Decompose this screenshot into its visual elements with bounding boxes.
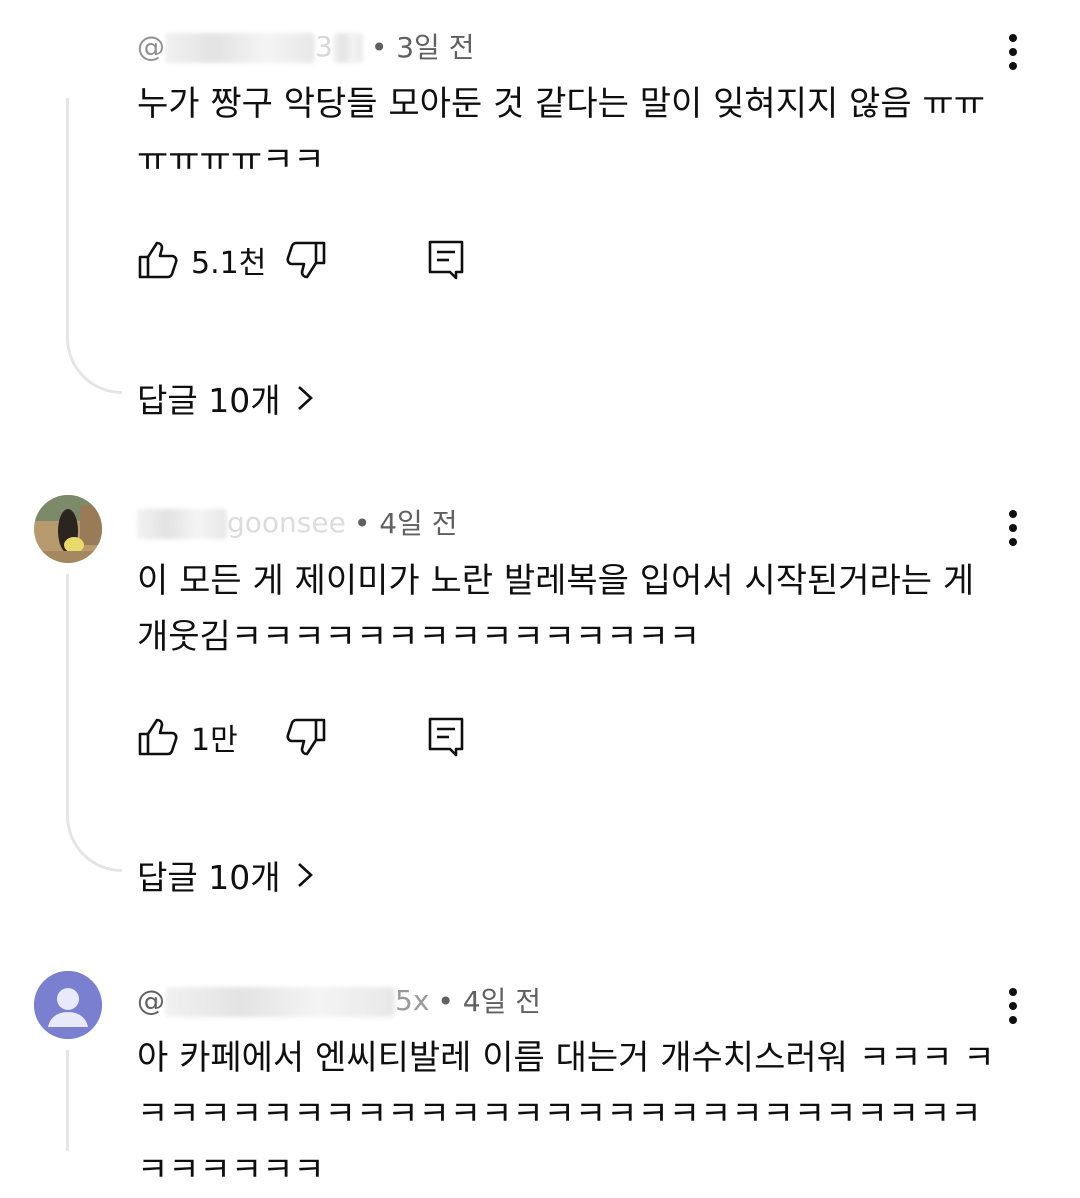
handle-prefix: @ [137,983,165,1017]
dislike-button[interactable] [285,716,327,758]
like-button[interactable]: 1만 [137,715,281,759]
author-handle[interactable]: @5x [137,984,429,1017]
author-handle[interactable]: @3 [137,30,363,63]
handle-prefix: @ [137,29,165,63]
reply-button[interactable] [427,239,465,281]
redacted-handle [137,508,227,539]
redacted-handle [165,32,315,63]
replies-label: 답글 10개 [137,858,281,897]
comment-text: 이 모든 게 제이미가 노란 발레복을 입어서 시작된거라는 게 개웃김ㅋㅋㅋㅋ… [137,561,975,657]
comment-time: • 4일 전 [353,507,458,540]
chevron-right-icon [297,386,313,410]
dislike-icon [286,241,326,279]
more-options-icon [1009,510,1017,546]
comment-actions: 5.1천 [137,238,465,282]
handle-tail: 5x [395,983,430,1017]
like-button[interactable]: 5.1천 [137,238,281,282]
reply-icon [428,240,464,280]
view-replies-button[interactable]: 답글 10개 [137,851,319,899]
more-options-icon [1009,988,1017,1024]
avatar[interactable] [34,495,102,563]
like-icon [138,718,178,756]
comment-meta: @5x • 4일 전 [137,980,541,1020]
comment-actions: 1만 [137,715,465,759]
avatar[interactable] [34,971,102,1039]
handle-tail: goonsee [227,505,346,539]
reply-button[interactable] [427,716,465,758]
view-replies-button[interactable]: 답글 10개 [137,374,319,422]
more-options-icon [1009,34,1017,70]
author-handle[interactable]: goonsee [137,506,346,539]
like-icon [138,241,178,279]
comment-meta: goonsee • 4일 전 [137,502,457,542]
more-options-button[interactable] [996,506,1030,550]
handle-tail: 3 [315,29,333,63]
chevron-right-icon [297,863,313,887]
reply-icon [428,717,464,757]
default-avatar-icon [34,971,102,1039]
redacted-handle [165,986,395,1017]
thread-line [66,574,122,872]
more-options-button[interactable] [996,30,1030,74]
comment-time: • 4일 전 [437,985,542,1018]
more-options-button[interactable] [996,984,1030,1028]
avatar-photo [34,495,102,563]
comment-meta: @3 • 3일 전 [137,26,474,66]
comment-text: 아 카페에서 엔씨티발레 이름 대는거 개수치스러워 ㅋㅋㅋ ㅋㅋㅋㅋㅋㅋㅋㅋㅋ… [137,1038,995,1190]
dislike-button[interactable] [285,239,327,281]
comment-text: 누가 짱구 악당들 모아둔 것 같다는 말이 잊혀지지 않음 ㅠㅠㅠㅠㅠㅠㅋㅋ [137,84,985,180]
like-count: 1만 [191,723,238,758]
comment-time: • 3일 전 [370,31,475,64]
redacted-handle [332,32,363,63]
dislike-icon [286,718,326,756]
like-count: 5.1천 [191,246,267,281]
thread-line [66,1050,122,1151]
thread-line [66,98,122,394]
replies-label: 답글 10개 [137,381,281,420]
